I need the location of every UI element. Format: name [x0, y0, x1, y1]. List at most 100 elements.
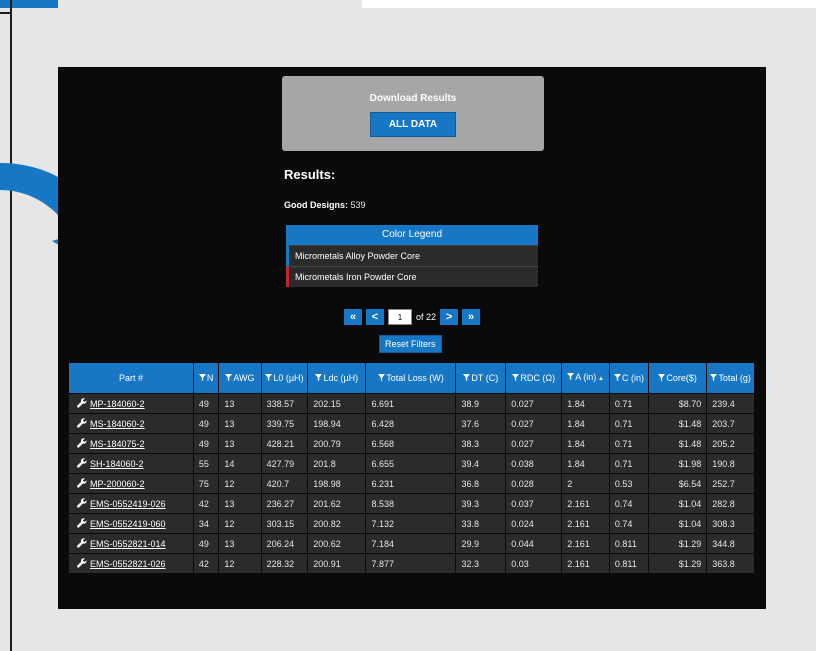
filter-icon[interactable] [613, 373, 622, 383]
wrench-icon[interactable] [77, 478, 87, 488]
column-header-7[interactable]: RDC (Ω) [505, 362, 563, 394]
table-cell: $1.48 [648, 413, 708, 434]
part-number-cell: SH-184060-2 [68, 453, 194, 474]
table-cell: 0.027 [505, 393, 563, 414]
table-cell: 0.71 [608, 393, 650, 414]
column-header-6[interactable]: DT (C) [455, 362, 507, 394]
download-box: Download Results ALL DATA [282, 76, 544, 151]
table-cell: 0.74 [608, 493, 650, 514]
table-cell: 0.044 [505, 533, 563, 554]
wrench-icon[interactable] [77, 398, 87, 408]
pagination: « < of 22 > » [344, 308, 481, 326]
wrench-icon[interactable] [77, 558, 87, 568]
wrench-icon[interactable] [77, 518, 87, 528]
part-number-link[interactable]: EMS-0552419-060 [90, 519, 166, 529]
table-cell: 13 [218, 433, 262, 454]
part-number-link[interactable]: MP-184060-2 [90, 399, 145, 409]
part-number-link[interactable]: EMS-0552821-026 [90, 559, 166, 569]
table-cell: 39.4 [455, 453, 507, 474]
column-header-label: DT (C) [471, 373, 499, 383]
first-page-button[interactable]: « [344, 309, 362, 325]
column-header-2[interactable]: AWG [218, 362, 262, 394]
part-number-link[interactable]: MS-184060-2 [90, 419, 145, 429]
part-number-link[interactable]: EMS-0552419-026 [90, 499, 166, 509]
table-cell: $1.29 [648, 553, 708, 574]
part-number-link[interactable]: SH-184060-2 [90, 459, 144, 469]
part-number-link[interactable]: MP-200060-2 [90, 479, 145, 489]
column-header-3[interactable]: L0 (µH) [260, 362, 309, 394]
good-designs-label: Good Designs: [284, 200, 349, 210]
table-cell: 282.8 [706, 493, 755, 514]
table-cell: 14 [218, 453, 262, 474]
wrench-icon[interactable] [77, 538, 87, 548]
wrench-icon[interactable] [77, 418, 87, 428]
table-cell: 49 [192, 413, 220, 434]
column-header-9[interactable]: C (in) [608, 362, 650, 394]
table-cell: 12 [218, 553, 262, 574]
column-header-label: A (in) [575, 372, 597, 382]
column-header-0[interactable]: Part # [68, 362, 194, 394]
part-number-cell: EMS-0552419-060 [68, 513, 194, 534]
table-cell: 201.62 [307, 493, 367, 514]
column-header-11[interactable]: Total (g) [706, 362, 755, 394]
color-legend: Color Legend Micrometals Alloy Powder Co… [286, 225, 538, 287]
table-cell: 0.74 [608, 513, 650, 534]
table-cell: 428.21 [260, 433, 309, 454]
next-page-button[interactable]: > [440, 309, 459, 325]
column-header-8[interactable]: A (in) ▲ [561, 362, 610, 394]
table-row: EMS-0552821-026 42 12 228.32 200.91 7.877 32.3… [68, 553, 755, 574]
wrench-icon[interactable] [77, 498, 87, 508]
table-cell: 200.79 [307, 433, 367, 454]
table-cell: 2.161 [561, 553, 610, 574]
column-header-4[interactable]: Ldc (µH) [307, 362, 367, 394]
wrench-icon[interactable] [77, 438, 87, 448]
filter-icon[interactable] [198, 373, 207, 383]
table-cell: 42 [192, 493, 220, 514]
column-header-label: Total Loss (W) [386, 373, 444, 383]
table-cell: 2 [561, 473, 610, 494]
table-cell: 32.3 [455, 553, 507, 574]
table-cell: 198.98 [307, 473, 367, 494]
column-header-label: Total (g) [718, 373, 751, 383]
table-cell: 228.32 [260, 553, 309, 574]
last-page-button[interactable]: » [462, 309, 481, 325]
column-header-5[interactable]: Total Loss (W) [365, 362, 457, 394]
part-number-link[interactable]: MS-184075-2 [90, 439, 145, 449]
table-cell: 200.82 [307, 513, 367, 534]
sort-ascending-icon[interactable]: ▲ [596, 376, 604, 382]
table-cell: 0.027 [505, 433, 563, 454]
table-cell: $1.04 [648, 513, 708, 534]
table-row: MS-184060-2 49 13 339.75 198.94 6.428 37.6 0.02… [68, 413, 755, 434]
table-cell: 0.53 [608, 473, 650, 494]
table-cell: 34 [192, 513, 220, 534]
table-cell: $1.48 [648, 433, 708, 454]
table-row: MP-200060-2 75 12 420.7 198.98 6.231 36.8 0.028… [68, 473, 755, 494]
table-cell: 363.8 [706, 553, 755, 574]
table-cell: 7.877 [365, 553, 457, 574]
table-cell: 7.184 [365, 533, 457, 554]
filter-icon[interactable] [378, 373, 386, 383]
reset-filters-button[interactable]: Reset Filters [379, 335, 442, 353]
all-data-button[interactable]: ALL DATA [369, 112, 457, 137]
column-header-label: Core($) [666, 373, 697, 383]
table-cell: 12 [218, 473, 262, 494]
table-cell: 1.84 [561, 433, 610, 454]
table-cell: 13 [218, 533, 262, 554]
column-header-label: Ldc (µH) [323, 373, 359, 383]
column-header-1[interactable]: N [192, 362, 220, 394]
table-cell: 6.691 [365, 393, 457, 414]
wrench-icon[interactable] [77, 458, 87, 468]
left-rule [10, 0, 12, 651]
part-number-cell: MP-184060-2 [68, 393, 194, 414]
table-cell: 8.538 [365, 493, 457, 514]
page-number-input[interactable] [388, 309, 412, 325]
part-number-link[interactable]: EMS-0552821-014 [90, 539, 166, 549]
prev-page-button[interactable]: < [366, 309, 384, 325]
table-cell: $6.54 [648, 473, 708, 494]
column-header-label: AWG [233, 373, 255, 383]
table-cell: 1.84 [561, 393, 610, 414]
table-cell: 202.15 [307, 393, 367, 414]
table-cell: 236.27 [260, 493, 309, 514]
column-header-10[interactable]: Core($) [648, 362, 708, 394]
part-number-cell: MP-200060-2 [68, 473, 194, 494]
